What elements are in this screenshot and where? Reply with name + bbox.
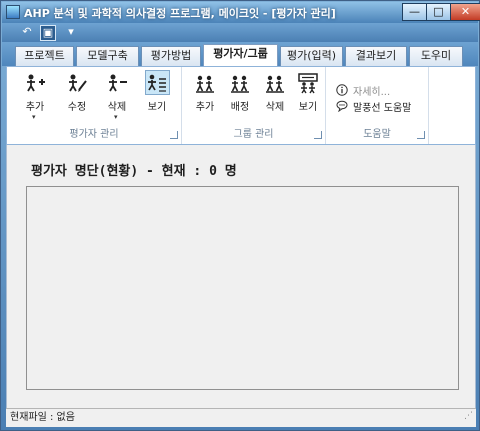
edit-evaluator-button[interactable]: 수정 [60, 70, 94, 118]
status-text: 현재파일 : 없음 [10, 412, 75, 423]
help-group: 자세히... 말풍선 도움말 도움말 [326, 67, 429, 144]
tab-results[interactable]: 결과보기 [345, 46, 407, 66]
view-group-icon [296, 70, 321, 95]
minimize-button[interactable]: — [402, 3, 427, 21]
back-icon[interactable]: ↶ [20, 25, 34, 39]
remove-group-icon [263, 70, 288, 95]
view-persons-icon [144, 70, 170, 95]
evaluator-list-panel[interactable] [26, 186, 459, 390]
remove-person-icon [105, 70, 130, 95]
maximize-button[interactable]: □ [426, 3, 451, 21]
main-content: 평가자 명단(현황) - 현재 : 0 명 [6, 145, 476, 408]
assign-group-label: 배정 [230, 102, 250, 113]
app-icon [6, 5, 20, 19]
add-evaluator-label: 추가 [25, 102, 45, 113]
tab-evaluation-input[interactable]: 평가(입력) [280, 46, 343, 66]
qat-dropdown-icon[interactable]: ▾ [64, 25, 78, 39]
assign-group-button[interactable]: 배정 [223, 70, 257, 118]
ribbon-panel: 추가 ▾ 수정 삭제 ▾ 보기 평가자 관리 추가 배정 삭제 보기 그룹 관리… [6, 66, 476, 145]
view-group-label: 보기 [298, 102, 318, 113]
details-button[interactable]: 자세히... [336, 83, 391, 98]
dialog-launcher-icon[interactable] [170, 131, 178, 139]
view-group-button[interactable]: 보기 [291, 70, 325, 118]
edit-evaluator-label: 수정 [67, 102, 87, 113]
save-icon[interactable]: ▣ [40, 25, 56, 41]
window-title: AHP 분석 및 과학적 의사결정 프로그램, 메이크잇 - [평가자 관리] [24, 7, 336, 20]
delete-evaluator-button[interactable]: 삭제 ▾ [100, 70, 134, 121]
add-group-button[interactable]: 추가 [188, 70, 222, 118]
tooltip-help-button[interactable]: 말풍선 도움말 [336, 99, 412, 114]
view-evaluators-button[interactable]: 보기 [140, 70, 174, 118]
add-group-label: 추가 [195, 102, 215, 113]
evaluator-group-label: 평가자 관리 [69, 129, 119, 140]
title-bar: AHP 분석 및 과학적 의사결정 프로그램, 메이크잇 - [평가자 관리] … [2, 2, 480, 23]
dialog-launcher-icon[interactable] [417, 131, 425, 139]
tab-method[interactable]: 평가방법 [141, 46, 201, 66]
tooltip-help-label: 말풍선 도움말 [353, 102, 412, 114]
tab-help[interactable]: 도우미 [409, 46, 463, 66]
add-person-icon [23, 70, 48, 95]
delete-group-button[interactable]: 삭제 [258, 70, 292, 118]
add-group-icon [193, 70, 218, 95]
tab-model[interactable]: 모델구축 [76, 46, 139, 66]
group-management-label: 그룹 관리 [233, 129, 274, 140]
app-window: AHP 분석 및 과학적 의사결정 프로그램, 메이크잇 - [평가자 관리] … [0, 0, 480, 431]
dialog-launcher-icon[interactable] [314, 131, 322, 139]
info-icon [336, 84, 348, 96]
quick-access-toolbar: ↶ ▣ ▾ [2, 23, 478, 42]
page-title: 평가자 명단(현황) - 현재 : 0 명 [31, 164, 237, 179]
tab-evaluator-group[interactable]: 평가자/그룹 [203, 44, 278, 66]
view-evaluators-label: 보기 [147, 102, 167, 113]
tab-project[interactable]: 프로젝트 [15, 46, 74, 66]
evaluator-management-group: 추가 ▾ 수정 삭제 ▾ 보기 평가자 관리 [7, 67, 182, 144]
delete-group-label: 삭제 [265, 102, 285, 113]
assign-group-icon [228, 70, 253, 95]
ribbon-tab-strip: 프로젝트 모델구축 평가방법 평가자/그룹 평가(입력) 결과보기 도우미 [2, 42, 478, 66]
edit-person-icon [65, 70, 90, 95]
help-group-label: 도움말 [363, 129, 391, 140]
dropdown-arrow-icon: ▾ [114, 113, 118, 121]
group-management-group: 추가 배정 삭제 보기 그룹 관리 [182, 67, 326, 144]
dropdown-arrow-icon: ▾ [32, 113, 36, 121]
status-bar: 현재파일 : 없음 ⋰ [6, 408, 476, 427]
add-evaluator-button[interactable]: 추가 ▾ [18, 70, 52, 121]
details-label: 자세히... [353, 86, 391, 98]
speech-bubble-icon [336, 100, 348, 112]
close-button[interactable]: ✕ [450, 3, 480, 21]
resize-grip-icon[interactable]: ⋰ [464, 407, 473, 425]
delete-evaluator-label: 삭제 [107, 102, 127, 113]
